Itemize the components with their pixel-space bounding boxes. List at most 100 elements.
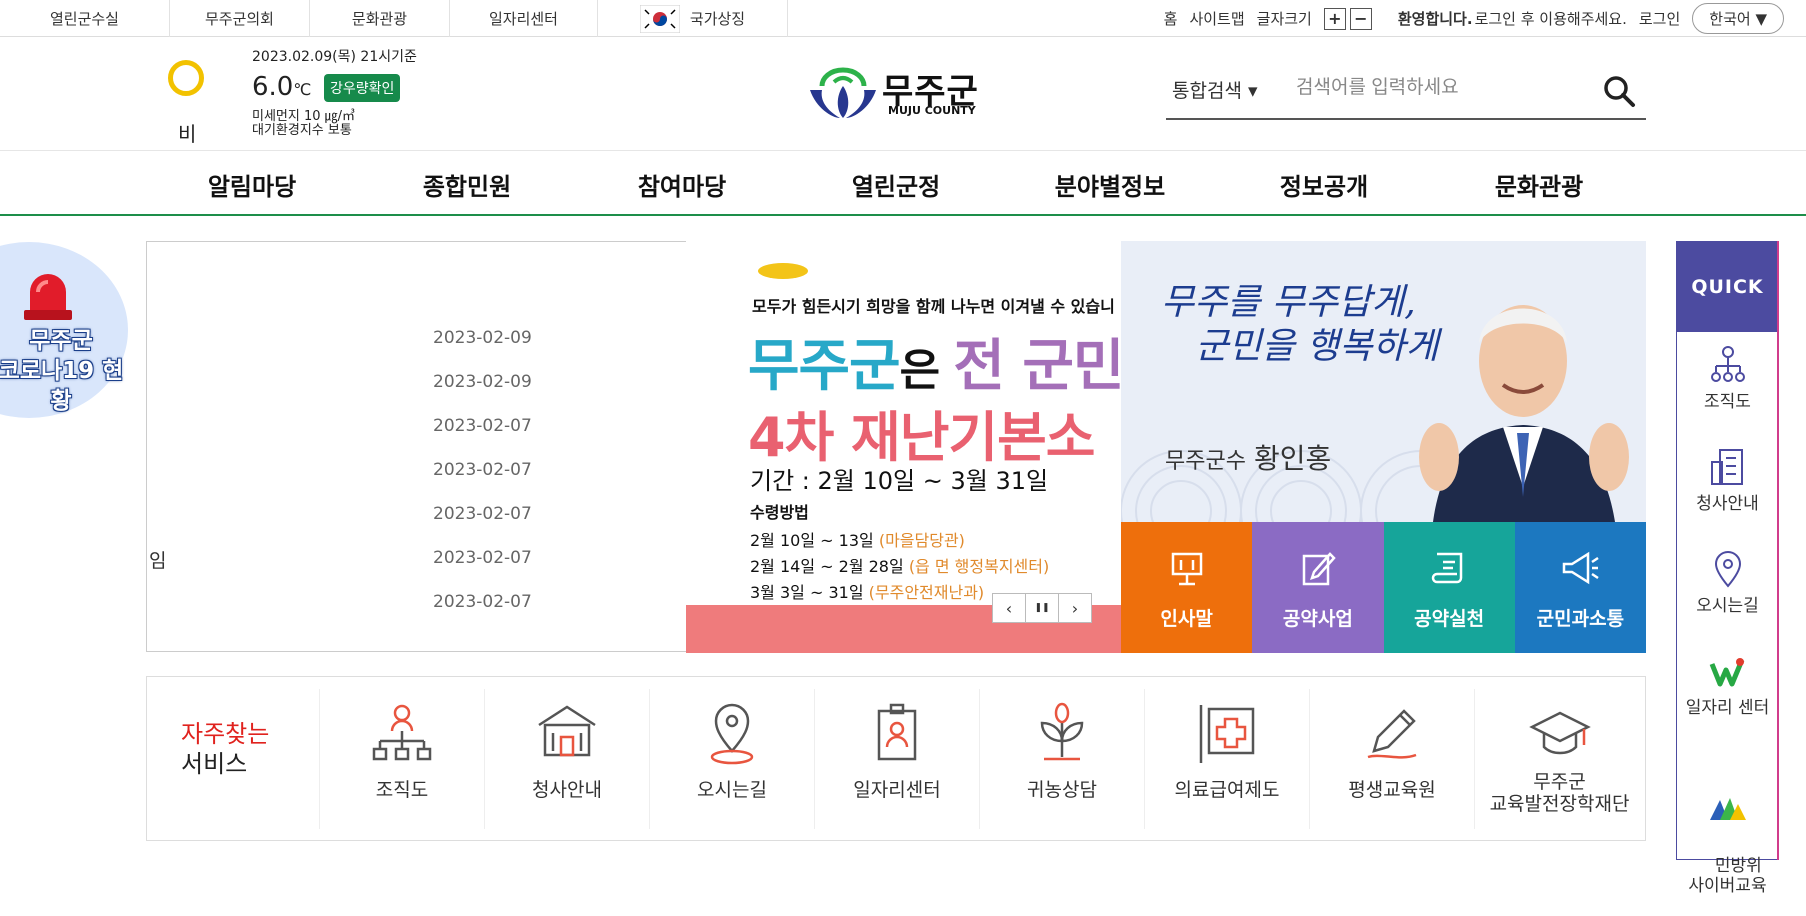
mayor-slogan: 무주를 무주답게, 군민을 행복하게 [1161, 282, 1439, 367]
weather-sun-icon [168, 60, 204, 96]
fav-label: 무주군 교육발전장학재단 [1489, 771, 1630, 815]
news-date[interactable]: 2023-02-09 [433, 372, 532, 392]
air-quality: 미세먼지 10 ㎍/㎥ 대기환경지수 보통 [252, 109, 356, 138]
banner-row-date: 3월 3일 ~ 31일 [750, 583, 864, 602]
toplink-job-center[interactable]: 일자리센터 [450, 0, 598, 37]
banner-method-title: 수령방법 [750, 503, 809, 522]
banner-headline-muju: 무주군 [748, 334, 901, 399]
quick-item-directions[interactable]: 오시는길 [1677, 548, 1778, 616]
fav-scholarship[interactable]: 무주군 교육발전장학재단 [1474, 689, 1644, 829]
tile-label: 공약사업 [1282, 608, 1353, 630]
fav-label: 일자리센터 [853, 779, 941, 801]
sitemap-link[interactable]: 사이트맵 [1189, 8, 1244, 29]
font-decrease-button[interactable]: − [1349, 7, 1372, 30]
covid-status-badge[interactable]: 무주군 코로나19 현황 [0, 242, 128, 418]
nav-notice[interactable]: 알림마당 [208, 167, 296, 202]
document-edit-icon [1302, 552, 1336, 586]
fav-label: 오시는길 [697, 779, 767, 801]
temp-value: 6.0 [252, 72, 294, 102]
search-icon[interactable] [1602, 74, 1636, 108]
org-chart-icon [1710, 346, 1745, 382]
welcome-bold: 환영합니다. [1397, 10, 1473, 28]
home-link[interactable]: 홈 [1164, 8, 1178, 29]
banner-row-place: (마을담당관) [878, 531, 965, 550]
banner-next-button[interactable]: › [1058, 593, 1092, 623]
site-logo[interactable]: 무주군 MUJU COUNTY [806, 62, 986, 124]
nav-participation[interactable]: 참여마당 [638, 167, 726, 202]
fav-job-center[interactable]: 일자리센터 [814, 689, 979, 829]
title-red: 자주찾는 [181, 720, 270, 748]
nav-culture-tourism[interactable]: 문화관광 [1495, 167, 1583, 202]
news-date[interactable]: 2023-02-09 [433, 328, 532, 348]
fav-lifelong-education[interactable]: 평생교육원 [1309, 689, 1474, 829]
fav-medical-aid[interactable]: 의료급여제도 [1144, 689, 1309, 829]
tile-communication[interactable]: 군민과소통 [1514, 522, 1646, 653]
toplink-mayor-office[interactable]: 열린군수실 [0, 0, 170, 37]
top-links: 열린군수실 무주군의회 문화관광 일자리센터 국가상징 [0, 0, 788, 37]
tile-pledges[interactable]: 공약사업 [1252, 522, 1384, 653]
disaster-relief-banner[interactable]: 모두가 힘든시기 희망을 함께 나누면 이겨낼 수 있습니 무주군은 전 군민 … [686, 241, 1121, 653]
banner-subtitle: 모두가 힘든시기 희망을 함께 나누면 이겨낼 수 있습니 [752, 297, 1115, 316]
banner-pause-button[interactable]: ❚❚ [1025, 593, 1059, 623]
news-partial-text: 임 [149, 550, 167, 572]
covid-label-line2: 코로나19 현황 [0, 358, 124, 414]
banner-row-place: (읍 면 행정복지센터) [908, 557, 1050, 576]
search-input[interactable] [1296, 72, 1576, 104]
welcome-text: 로그인 후 이용해주세요. [1474, 10, 1627, 28]
location-pin-icon [1714, 551, 1741, 588]
banner-prev-button[interactable]: ‹ [992, 593, 1026, 623]
tile-pledge-practice[interactable]: 공약실천 [1383, 522, 1515, 653]
nav-civil-service[interactable]: 종합민원 [423, 167, 511, 202]
quick-item-building[interactable]: 청사안내 [1677, 446, 1778, 514]
fav-label: 조직도 [375, 779, 429, 801]
main-navigation: 알림마당 종합민원 참여마당 열린군정 분야별정보 정보공개 문화관광 [0, 150, 1806, 216]
news-date[interactable]: 2023-02-07 [433, 548, 532, 568]
fav-building[interactable]: 청사안내 [484, 689, 649, 829]
news-date[interactable]: 2023-02-07 [433, 504, 532, 524]
nav-info-disclosure[interactable]: 정보공개 [1280, 167, 1368, 202]
quick-item-civil-defense[interactable]: 민방위 사이버교육 [1677, 748, 1778, 916]
tile-label: 군민과소통 [1536, 608, 1625, 630]
location-pin-icon [710, 703, 754, 765]
banner-headline-all: 전 군민 [953, 334, 1121, 399]
rainfall-button[interactable]: 강우량확인 [324, 74, 401, 102]
login-link[interactable]: 로그인 [1639, 8, 1680, 29]
coin-decoration [758, 263, 808, 279]
quick-label: 조직도 [1704, 392, 1751, 412]
mayor-name-text: 황인홍 [1253, 442, 1332, 475]
sprout-icon [1040, 702, 1084, 761]
weather-condition: 비 [178, 122, 197, 146]
quick-label: 청사안내 [1696, 494, 1759, 514]
nav-field-info[interactable]: 분야별정보 [1055, 167, 1165, 202]
nav-open-government[interactable]: 열린군정 [852, 167, 940, 202]
temp-unit: ℃ [293, 80, 312, 99]
quick-item-org-chart[interactable]: 조직도 [1677, 344, 1778, 412]
font-size-label: 글자크기 [1256, 10, 1312, 28]
fav-directions[interactable]: 오시는길 [649, 689, 814, 829]
language-select[interactable]: 한국어 ▼ [1692, 3, 1784, 34]
news-date[interactable]: 2023-02-07 [433, 592, 532, 612]
news-date[interactable]: 2023-02-07 [433, 460, 532, 480]
org-chart-icon [372, 704, 432, 761]
top-right-util: 홈 사이트맵 글자크기 + − 환영합니다. 로그인 후 이용해주세요. 로그인… [1152, 0, 1806, 37]
mayor-panel[interactable]: 무주를 무주답게, 군민을 행복하게 무주군수 황인홍 [1121, 241, 1646, 522]
toplink-council[interactable]: 무주군의회 [170, 0, 310, 37]
banner-headline-1: 무주군은 전 군민 [748, 321, 1121, 402]
fav-farming[interactable]: 귀농상담 [979, 689, 1144, 829]
korean-flag-icon [639, 4, 680, 33]
logo-english: MUJU COUNTY [888, 104, 976, 117]
toplink-national-symbol[interactable]: 국가상징 [598, 0, 788, 37]
news-date[interactable]: 2023-02-07 [433, 416, 532, 436]
pencil-icon [1367, 709, 1417, 759]
search-scope-select[interactable]: 통합검색 ▾ [1172, 76, 1258, 103]
banner-row: 2월 10일 ~ 13일 (마을담당관) [750, 527, 965, 551]
tile-label: 공약실천 [1414, 608, 1485, 630]
quick-item-job-center[interactable]: 일자리 센터 [1677, 650, 1778, 718]
tile-greeting[interactable]: 인사말 [1121, 522, 1253, 653]
fav-org-chart[interactable]: 조직도 [319, 689, 484, 829]
siren-icon [24, 274, 72, 320]
megaphone-icon [1563, 551, 1600, 585]
font-increase-button[interactable]: + [1323, 7, 1346, 30]
toplink-culture-tourism[interactable]: 문화관광 [310, 0, 450, 37]
weather-date: 2023.02.09(목) 21시기준 [252, 49, 417, 65]
